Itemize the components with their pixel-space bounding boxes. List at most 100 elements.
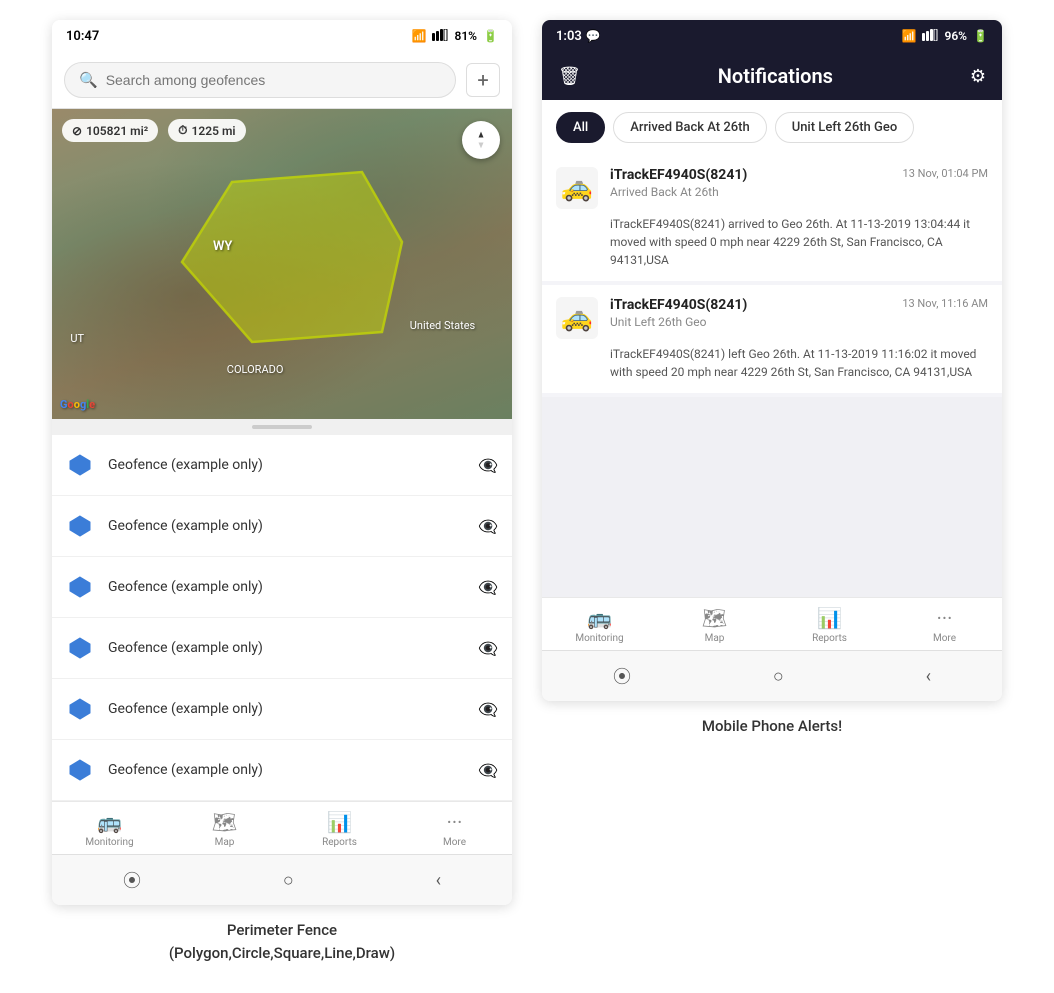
delete-icon[interactable]: 🗑 [558, 66, 581, 87]
compass-button[interactable] [462, 121, 500, 159]
nav-map-right[interactable]: 🗺 Map [657, 606, 772, 644]
more-icon-right: ··· [937, 606, 953, 630]
search-icon: 🔍 [79, 71, 98, 89]
left-status-bar: 10:47 📶 81% 🔋 [52, 20, 512, 52]
settings-icon[interactable]: ⚙ [970, 66, 986, 87]
android-recent-btn-right[interactable]: ⦿ [613, 663, 631, 689]
android-recent-btn[interactable]: ⦿ [123, 867, 141, 893]
event-type-1: Arrived Back At 26th [610, 185, 988, 199]
android-nav-left: ⦿ ○ ‹ [52, 854, 512, 905]
geofence-item[interactable]: Geofence (example only) 👁‍🗨 [52, 496, 512, 557]
notif-title-row-1: iTrackEF4940S(8241) 13 Nov, 01:04 PM [610, 167, 988, 183]
notif-desc-1: iTrackEF4940S(8241) arrived to Geo 26th.… [556, 215, 988, 269]
visibility-icon-3[interactable]: 👁‍🗨 [478, 578, 498, 597]
left-status-time: 10:47 [66, 29, 99, 44]
geofence-name-1: Geofence (example only) [108, 457, 464, 473]
distance-stat: ⏱ 1225 mi [168, 119, 245, 142]
nav-reports[interactable]: 📊 Reports [282, 810, 397, 848]
filter-tab-all[interactable]: All [556, 112, 605, 143]
vehicle-name-2: iTrackEF4940S(8241) [610, 297, 747, 313]
area-stat: ⊘ 105821 mi² [62, 119, 158, 142]
android-home-btn-right[interactable]: ○ [773, 666, 784, 687]
car-avatar-2: 🚕 [556, 297, 598, 339]
bottom-nav-left: 🚌 Monitoring 🗺 Map 📊 Reports ··· More [52, 801, 512, 854]
right-status-right: 📶 96% 🔋 [902, 29, 988, 44]
vehicle-name-1: iTrackEF4940S(8241) [610, 167, 747, 183]
monitoring-icon-right: 🚌 [587, 606, 612, 630]
map-area[interactable]: ⊘ 105821 mi² ⏱ 1225 mi WY United [52, 109, 512, 419]
geofence-name-4: Geofence (example only) [108, 640, 464, 656]
geofence-icon-3 [66, 573, 94, 601]
search-input-wrap[interactable]: 🔍 [64, 62, 456, 98]
nav-reports-right[interactable]: 📊 Reports [772, 606, 887, 644]
monitoring-label-right: Monitoring [575, 633, 623, 644]
map-label-right: Map [705, 633, 725, 644]
android-nav-right: ⦿ ○ ‹ [542, 650, 1002, 701]
monitoring-label: Monitoring [85, 837, 133, 848]
nav-map[interactable]: 🗺 Map [167, 810, 282, 848]
notif-time-2: 13 Nov, 11:16 AM [902, 297, 988, 310]
search-bar: 🔍 + [52, 52, 512, 109]
map-label-us: United States [410, 319, 475, 332]
notif-card-2-header: 🚕 iTrackEF4940S(8241) 13 Nov, 11:16 AM U… [556, 297, 988, 339]
notification-card-1[interactable]: 🚕 iTrackEF4940S(8241) 13 Nov, 01:04 PM A… [542, 155, 1002, 281]
visibility-icon-4[interactable]: 👁‍🗨 [478, 639, 498, 658]
geofence-name-5: Geofence (example only) [108, 701, 464, 717]
empty-area [542, 397, 1002, 597]
right-caption: Mobile Phone Alerts! [702, 715, 842, 738]
geofence-item[interactable]: Geofence (example only) 👁‍🗨 [52, 618, 512, 679]
visibility-icon-5[interactable]: 👁‍🗨 [478, 700, 498, 719]
visibility-icon-2[interactable]: 👁‍🗨 [478, 517, 498, 536]
filter-tab-arrived[interactable]: Arrived Back At 26th [613, 112, 766, 143]
reports-icon: 📊 [327, 810, 352, 834]
right-status-left: 1:03 💬 [556, 29, 601, 44]
map-icon: 🗺 [212, 810, 237, 834]
notif-title-row-2: iTrackEF4940S(8241) 13 Nov, 11:16 AM [610, 297, 988, 313]
visibility-icon-6[interactable]: 👁‍🗨 [478, 761, 498, 780]
geofence-name-3: Geofence (example only) [108, 579, 464, 595]
notification-list: 🚕 iTrackEF4940S(8241) 13 Nov, 01:04 PM A… [542, 155, 1002, 597]
geofence-name-6: Geofence (example only) [108, 762, 464, 778]
notif-time-1: 13 Nov, 01:04 PM [903, 167, 988, 180]
notification-card-2[interactable]: 🚕 iTrackEF4940S(8241) 13 Nov, 11:16 AM U… [542, 285, 1002, 393]
android-back-btn[interactable]: ‹ [436, 870, 441, 891]
add-button[interactable]: + [466, 63, 500, 97]
nav-monitoring[interactable]: 🚌 Monitoring [52, 810, 167, 848]
geofence-item[interactable]: Geofence (example only) 👁‍🗨 [52, 740, 512, 801]
reports-icon-right: 📊 [817, 606, 842, 630]
monitoring-icon: 🚌 [97, 810, 122, 834]
map-label-wy: WY [213, 239, 232, 254]
car-avatar-1: 🚕 [556, 167, 598, 209]
right-status-bar: 1:03 💬 📶 96% 🔋 [542, 20, 1002, 52]
geofence-item[interactable]: Geofence (example only) 👁‍🗨 [52, 557, 512, 618]
map-label-ut: UT [70, 332, 84, 345]
notif-desc-2: iTrackEF4940S(8241) left Geo 26th. At 11… [556, 345, 988, 381]
geofence-polygon [152, 162, 412, 366]
left-caption: Perimeter Fence (Polygon,Circle,Square,L… [169, 919, 395, 964]
notif-card-2-info: iTrackEF4940S(8241) 13 Nov, 11:16 AM Uni… [610, 297, 988, 329]
geofence-name-2: Geofence (example only) [108, 518, 464, 534]
search-input[interactable] [106, 72, 441, 88]
android-back-btn-right[interactable]: ‹ [926, 666, 931, 687]
visibility-icon-1[interactable]: 👁‍🗨 [478, 456, 498, 475]
left-phone-screen: 10:47 📶 81% 🔋 🔍 + [52, 20, 512, 905]
geofence-icon-5 [66, 695, 94, 723]
nav-more-right[interactable]: ··· More [887, 606, 1002, 644]
more-label-right: More [933, 633, 956, 644]
filter-tabs: All Arrived Back At 26th Unit Left 26th … [542, 100, 1002, 155]
nav-more[interactable]: ··· More [397, 810, 512, 848]
more-label: More [443, 837, 466, 848]
geofence-item[interactable]: Geofence (example only) 👁‍🗨 [52, 679, 512, 740]
notifications-title: Notifications [595, 64, 956, 88]
more-icon: ··· [447, 810, 463, 834]
map-icon-right: 🗺 [702, 606, 727, 630]
filter-tab-left[interactable]: Unit Left 26th Geo [775, 112, 915, 143]
event-type-2: Unit Left 26th Geo [610, 315, 988, 329]
geofence-item[interactable]: Geofence (example only) 👁‍🗨 [52, 435, 512, 496]
nav-monitoring-right[interactable]: 🚌 Monitoring [542, 606, 657, 644]
right-phone-screen: 1:03 💬 📶 96% 🔋 🗑 Notifications ⚙ [542, 20, 1002, 701]
scroll-indicator [52, 419, 512, 435]
android-home-btn[interactable]: ○ [283, 870, 294, 891]
map-label: Map [215, 837, 235, 848]
notif-card-1-header: 🚕 iTrackEF4940S(8241) 13 Nov, 01:04 PM A… [556, 167, 988, 209]
